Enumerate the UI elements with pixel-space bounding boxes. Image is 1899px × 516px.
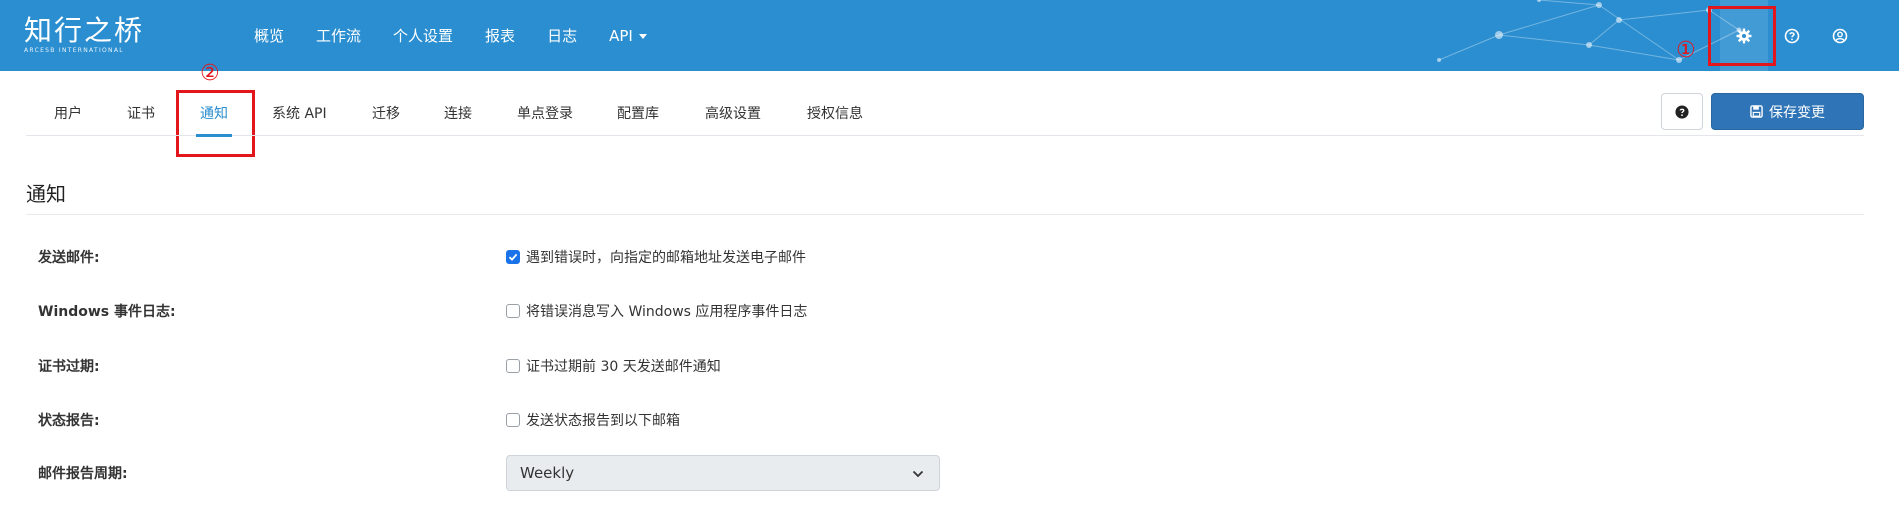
logo-subtext: ARCESB INTERNATIONAL [24,47,124,54]
nav-reports[interactable]: 报表 [485,25,515,46]
section-title: 通知 [26,182,66,206]
annotation-box-settings [1708,6,1776,66]
report-period-label: 邮件报告周期: [38,466,128,482]
nav-workflow[interactable]: 工作流 [316,25,361,46]
settings-tabs: 用户 证书 通知 系统 API 迁移 连接 单点登录 配置库 高级设置 授权信息 [26,90,1864,137]
status-report-checkbox[interactable] [506,413,520,427]
user-circle-icon [1832,28,1848,43]
status-report-option-text: 发送状态报告到以下邮箱 [526,413,680,429]
cert-expiry-checkbox[interactable] [506,359,520,373]
tab-system-api[interactable]: 系统 API [272,90,327,136]
report-period-select[interactable]: Weekly [506,455,940,491]
nav-logs[interactable]: 日志 [547,25,577,46]
status-report-label: 状态报告: [38,413,100,429]
chevron-down-icon [912,470,924,478]
caret-down-icon [638,33,647,39]
windows-event-log-option-text: 将错误消息写入 Windows 应用程序事件日志 [526,304,808,320]
windows-event-log-option[interactable]: 将错误消息写入 Windows 应用程序事件日志 [506,301,807,321]
top-navbar: 知行之桥 ARCESB INTERNATIONAL 概览 工作流 个人设置 报表… [0,0,1899,71]
annotation-marker-2: ② [200,61,220,86]
annotation-marker-1: ① [1676,38,1696,63]
status-report-option[interactable]: 发送状态报告到以下邮箱 [506,410,680,430]
logo-text: 知行之桥 [24,14,145,47]
tab-license[interactable]: 授权信息 [807,90,863,136]
cert-expiry-option-text: 证书过期前 30 天发送邮件通知 [526,359,721,375]
nav-profile[interactable]: 个人设置 [393,25,453,46]
tab-config-repo[interactable]: 配置库 [617,90,659,136]
main-nav: 概览 工作流 个人设置 报表 日志 API [254,0,679,71]
cert-expiry-option[interactable]: 证书过期前 30 天发送邮件通知 [506,356,721,376]
send-email-checkbox[interactable] [506,250,520,264]
question-circle-icon [1675,104,1689,119]
question-circle-icon [1784,28,1800,43]
user-account-button[interactable] [1816,0,1864,71]
windows-event-log-label: Windows 事件日志: [38,304,176,320]
nav-api-dropdown[interactable]: API [609,27,647,45]
tab-migration[interactable]: 迁移 [372,90,400,136]
tab-advanced[interactable]: 高级设置 [705,90,761,136]
page-help-button[interactable] [1661,93,1703,130]
tab-sso[interactable]: 单点登录 [517,90,573,136]
brand-logo[interactable]: 知行之桥 ARCESB INTERNATIONAL [24,14,145,55]
send-email-option[interactable]: 遇到错误时，向指定的邮箱地址发送电子邮件 [506,247,806,267]
section-divider [26,214,1864,215]
windows-event-log-checkbox[interactable] [506,304,520,318]
nav-api-label: API [609,26,633,45]
tab-certificates[interactable]: 证书 [127,90,155,136]
tab-users[interactable]: 用户 [54,90,82,136]
tab-connections[interactable]: 连接 [444,90,472,136]
report-period-value: Weekly [520,464,575,482]
cert-expiry-label: 证书过期: [38,359,100,375]
send-email-option-text: 遇到错误时，向指定的邮箱地址发送电子邮件 [526,250,806,266]
send-email-label: 发送邮件: [38,250,100,266]
save-icon [1750,105,1763,118]
save-changes-button[interactable]: 保存变更 [1711,93,1864,130]
tab-notifications[interactable]: 通知 [196,90,232,137]
check-icon [508,253,518,261]
save-button-label: 保存变更 [1769,104,1825,121]
nav-overview[interactable]: 概览 [254,25,284,46]
